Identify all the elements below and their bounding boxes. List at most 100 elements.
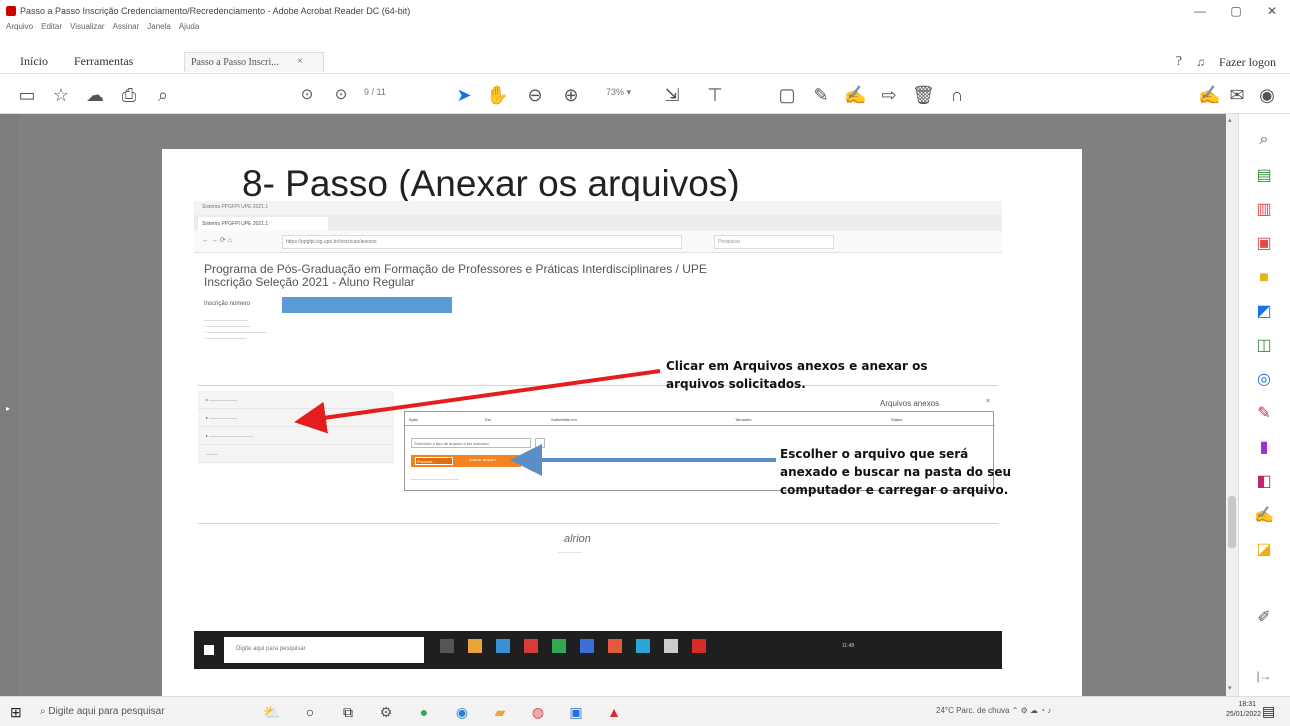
compress-icon[interactable]: ◫ [1253,336,1275,356]
clock-date: 25/01/2022 [1226,711,1262,718]
taskbar-clock[interactable]: 18:31 25/01/2022 [1226,700,1262,720]
comment-tool-icon[interactable]: ■ [1253,268,1275,288]
zoom-select[interactable]: 73% ▾ [606,87,631,98]
select-cursor-icon[interactable]: ➤ [454,83,474,107]
embedded-tray: 11:48 [842,643,854,649]
tab-document[interactable]: Passo a Passo Inscri... × [184,52,324,72]
toolbar: ▭ ☆ ☁ ⎙ ⌕ ⊙ ⊙ 9 / 11 ➤ ✋ ⊖ ⊕ 73% ▾ ⇲ ⊤ ▢… [0,76,1290,114]
share-icon[interactable]: ⇨ [878,83,900,107]
account-icon[interactable]: ◉ [1256,83,1278,107]
search-icon: ⌕ [40,706,46,717]
app-icon [636,639,650,653]
office-icon[interactable]: ◍ [528,702,548,722]
maximize-button[interactable]: ▢ [1218,0,1254,22]
organize-pages-icon[interactable]: ▥ [1253,200,1275,220]
menu-arquivo[interactable]: Arquivo [6,22,33,34]
vertical-scrollbar[interactable]: ▴ ▾ [1226,114,1238,696]
tab-close-icon[interactable]: × [297,56,303,67]
menu-ajuda[interactable]: Ajuda [179,22,199,34]
app-icon [524,639,538,653]
page-total: / 11 [371,87,386,97]
page-view-icon[interactable]: ▭ [16,83,38,107]
tab-bar-right: ? ♫ Fazer logon [1176,54,1276,70]
weather-text[interactable]: 24°C Parc. de chuva [936,706,1009,715]
windows-start-icon[interactable]: ⊞ [10,705,24,719]
enhance-icon[interactable]: ◎ [1253,370,1275,390]
more-tools-icon[interactable]: ✐ [1253,608,1275,628]
zoom-out-icon[interactable]: ⊖ [524,83,546,107]
search-icon[interactable]: ⌕ [152,83,174,107]
highlight-icon[interactable]: ✍ [844,83,866,107]
edge-icon[interactable]: ◉ [452,702,472,722]
login-link[interactable]: Fazer logon [1219,55,1276,70]
bell-icon[interactable]: ♫ [1196,55,1205,70]
outlook-icon[interactable]: ▣ [566,702,586,722]
delete-icon[interactable]: 🗑 [912,83,935,107]
left-panel-toggle[interactable]: ▸ [0,114,18,696]
files-icon[interactable]: ▰ [490,702,510,722]
window-controls: — ▢ ✕ [1182,0,1290,22]
export-pdf-icon[interactable]: ▤ [1253,166,1275,186]
app-icon [496,639,510,653]
page-down-icon[interactable]: ⊙ [330,83,352,107]
embedded-search-text: Digite aqui para pesquisar [236,646,306,652]
chrome-icon[interactable]: ● [414,702,434,722]
protect-icon[interactable]: ▮ [1253,438,1275,458]
pen-icon[interactable]: ✎ [810,83,832,107]
expand-left-icon[interactable]: ▸ [6,404,10,413]
edit-pdf-icon[interactable]: ◧ [1253,472,1275,492]
tray-icons[interactable]: ⌃ ⚙ ☁ ◔ ♪ [1012,706,1052,715]
menu-editar[interactable]: Editar [41,22,62,34]
pdf-page: 8- Passo (Anexar os arquivos) Sistema PP… [162,149,1082,697]
taskbar-search[interactable]: ⌕ Digite aqui para pesquisar [34,702,244,722]
collapse-panel-icon[interactable]: |→ [1253,666,1275,686]
scroll-thumb[interactable] [1228,496,1236,548]
task-view-icon[interactable]: ⧉ [338,702,358,722]
page-indicator[interactable]: 9 / 11 [364,87,386,97]
sign-icon[interactable]: ✍ [1198,83,1220,107]
scroll-down-icon[interactable]: ▾ [1228,684,1232,692]
bookmark-icon[interactable]: ☆ [50,83,72,107]
tab-document-label: Passo a Passo Inscri... [191,57,279,68]
mail-icon[interactable]: ✉ [1226,83,1248,107]
right-tools-panel: ⌕ ▤ ▥ ▣ ■ ◩ ◫ ◎ ✎ ▮ ◧ ✍ ◪ ✐ |→ [1238,114,1290,696]
scroll-up-icon[interactable]: ▴ [1228,116,1232,124]
minimize-button[interactable]: — [1182,0,1218,22]
fit-page-icon[interactable]: ⇲ [660,83,684,107]
zoom-in-icon[interactable]: ⊕ [560,83,582,107]
acrobat-icon [6,6,16,16]
create-pdf-icon[interactable]: ▣ [1253,234,1275,254]
comment-icon[interactable]: ▢ [776,83,798,107]
send-comment-icon[interactable]: ◩ [1253,302,1275,322]
tab-home[interactable]: Início [20,54,48,69]
hand-icon[interactable]: ✋ [486,83,508,107]
fill-sign-icon[interactable]: ✎ [1253,404,1275,424]
taskbar-search-text: Digite aqui para pesquisar [48,706,165,717]
combine-icon[interactable]: ◪ [1253,540,1275,560]
menu-assinar[interactable]: Assinar [113,22,140,34]
request-sign-icon[interactable]: ✍ [1253,506,1275,526]
acrobat-taskbar-icon[interactable]: ▲ [604,702,624,722]
embedded-clock: 11:48 [842,643,855,649]
zoom-tool-icon[interactable]: ⌕ [1253,130,1275,150]
weather-widget-icon[interactable]: ⛅ [262,702,282,722]
settings-icon[interactable]: ⚙ [376,702,396,722]
red-arrow [294,369,661,434]
app-icon [692,639,706,653]
close-button[interactable]: ✕ [1254,0,1290,22]
help-icon[interactable]: ? [1176,54,1182,70]
page-current[interactable]: 9 [364,87,369,97]
audio-icon[interactable]: ∩ [946,83,968,107]
notifications-icon[interactable]: ▤ [1262,703,1275,720]
tab-tools[interactable]: Ferramentas [74,54,133,69]
menu-janela[interactable]: Janela [147,22,171,34]
upload-icon[interactable]: ☁ [84,83,106,107]
menu-visualizar[interactable]: Visualizar [70,22,105,34]
annotation-arrows [294,369,776,476]
print-icon[interactable]: ⎙ [118,83,140,107]
cortana-icon[interactable]: ○ [300,702,320,722]
stamp-icon[interactable]: ⊤ [704,83,726,107]
menu-bar: Arquivo Editar Visualizar Assinar Janela… [6,22,199,34]
app-icon [440,639,454,653]
page-up-icon[interactable]: ⊙ [296,83,318,107]
